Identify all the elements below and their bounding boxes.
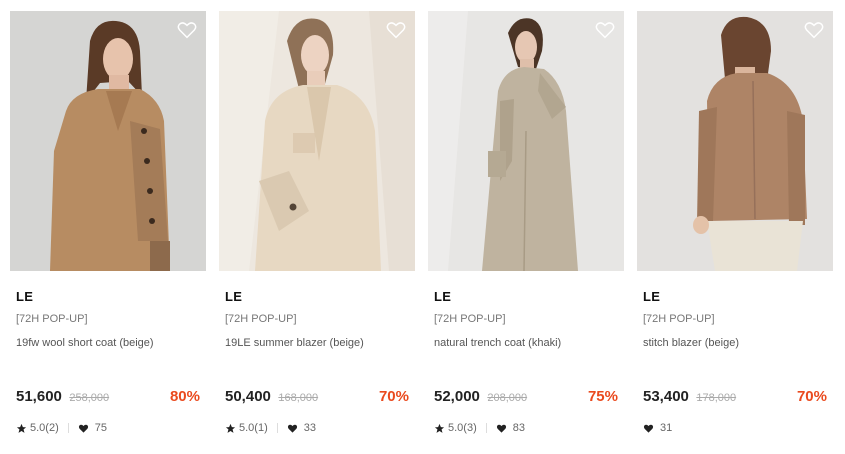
heart-icon <box>287 424 297 433</box>
heart-icon <box>496 424 506 433</box>
product-meta: 5.0(2) 75 <box>16 422 107 434</box>
product-meta: 5.0(1) 33 <box>225 422 316 434</box>
heart-icon <box>643 424 654 433</box>
discount-rate: 70% <box>378 388 409 405</box>
product-photo <box>219 11 415 271</box>
likes-count: 33 <box>303 422 316 434</box>
divider <box>67 423 69 433</box>
promo-tag: [72H POP-UP] <box>434 313 506 325</box>
promo-tag: [72H POP-UP] <box>643 313 715 325</box>
price-row: 52,000 208,000 75% <box>434 388 618 408</box>
original-price: 258,000 <box>69 392 110 404</box>
brand-name[interactable]: LE <box>225 289 242 304</box>
discount-rate: 80% <box>169 388 200 405</box>
heart-outline-icon[interactable] <box>176 19 198 41</box>
divider <box>485 423 487 433</box>
product-photo <box>10 11 206 271</box>
likes-count: 83 <box>512 422 525 434</box>
product-card[interactable]: LE [72H POP-UP] stitch blazer (beige) 53… <box>637 11 833 451</box>
star-icon <box>225 423 236 433</box>
heart-outline-icon[interactable] <box>803 19 825 41</box>
product-card[interactable]: LE [72H POP-UP] 19LE summer blazer (beig… <box>219 11 415 451</box>
likes-count: 31 <box>660 422 673 434</box>
star-icon <box>434 423 445 433</box>
likes-count: 75 <box>94 422 107 434</box>
promo-tag: [72H POP-UP] <box>16 313 88 325</box>
product-grid: LE [72H POP-UP] 19fw wool short coat (be… <box>0 0 845 454</box>
product-image[interactable] <box>637 11 833 271</box>
price-row: 51,600 258,000 80% <box>16 388 200 408</box>
discount-rate: 75% <box>587 388 618 405</box>
original-price: 168,000 <box>278 392 319 404</box>
product-meta: 31 <box>643 422 672 434</box>
product-name[interactable]: 19fw wool short coat (beige) <box>16 337 154 349</box>
brand-name[interactable]: LE <box>643 289 660 304</box>
brand-name[interactable]: LE <box>434 289 451 304</box>
product-name[interactable]: 19LE summer blazer (beige) <box>225 337 364 349</box>
product-name[interactable]: stitch blazer (beige) <box>643 337 739 349</box>
product-photo <box>637 11 833 271</box>
product-meta: 5.0(3) 83 <box>434 422 525 434</box>
product-name[interactable]: natural trench coat (khaki) <box>434 337 561 349</box>
heart-outline-icon[interactable] <box>594 19 616 41</box>
original-price: 208,000 <box>487 392 528 404</box>
rating-value: 5.0(3) <box>448 422 477 434</box>
promo-tag: [72H POP-UP] <box>225 313 297 325</box>
price-row: 53,400 178,000 70% <box>643 388 827 408</box>
product-image[interactable] <box>219 11 415 271</box>
product-card[interactable]: LE [72H POP-UP] natural trench coat (kha… <box>428 11 624 451</box>
heart-icon <box>78 424 88 433</box>
heart-outline-icon[interactable] <box>385 19 407 41</box>
sale-price: 52,000 <box>434 388 480 405</box>
product-photo <box>428 11 624 271</box>
original-price: 178,000 <box>696 392 737 404</box>
brand-name[interactable]: LE <box>16 289 33 304</box>
price-row: 50,400 168,000 70% <box>225 388 409 408</box>
divider <box>276 423 278 433</box>
product-image[interactable] <box>428 11 624 271</box>
product-card[interactable]: LE [72H POP-UP] 19fw wool short coat (be… <box>10 11 206 451</box>
sale-price: 51,600 <box>16 388 62 405</box>
product-image[interactable] <box>10 11 206 271</box>
discount-rate: 70% <box>796 388 827 405</box>
star-icon <box>16 423 27 433</box>
sale-price: 53,400 <box>643 388 689 405</box>
rating-value: 5.0(2) <box>30 422 59 434</box>
rating-value: 5.0(1) <box>239 422 268 434</box>
sale-price: 50,400 <box>225 388 271 405</box>
